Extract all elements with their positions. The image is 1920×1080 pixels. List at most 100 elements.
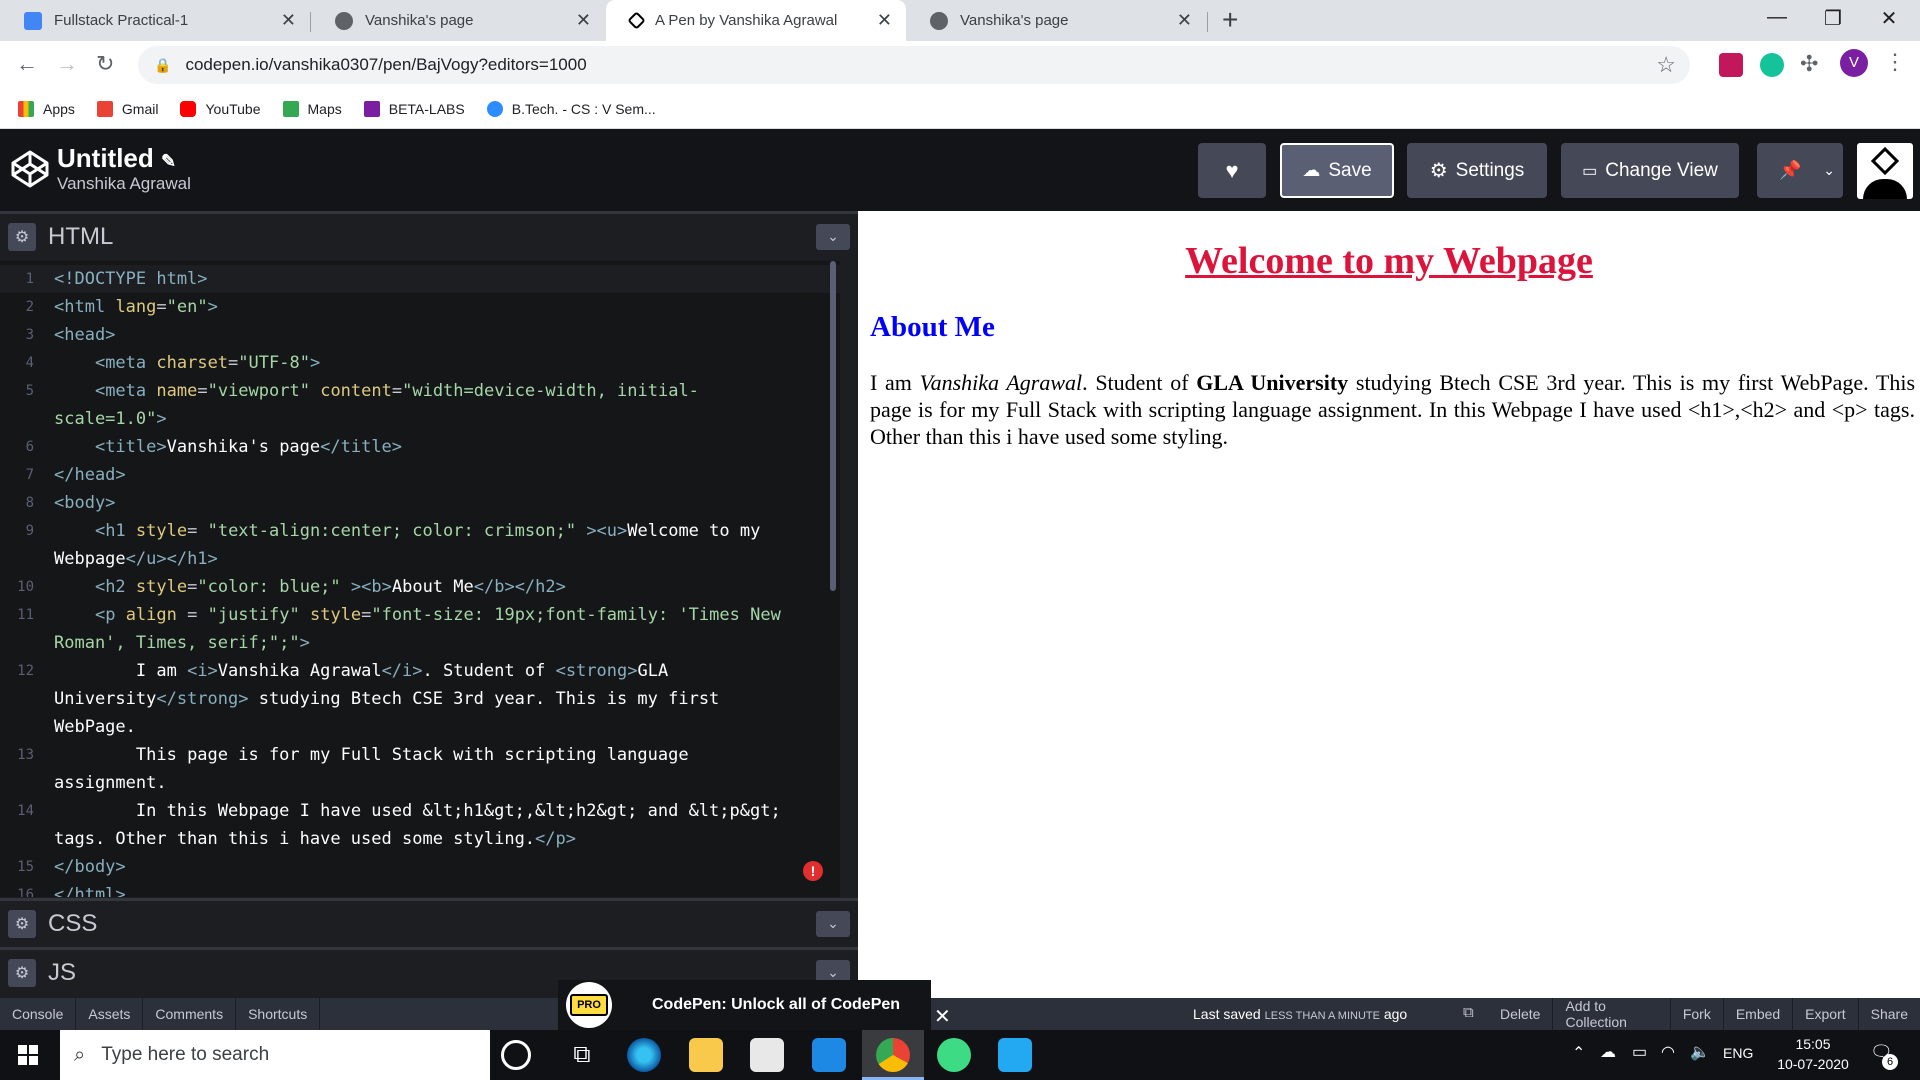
chevron-down-icon[interactable]: ⌄ xyxy=(1823,162,1835,179)
close-promo-icon[interactable]: ✕ xyxy=(934,1004,951,1029)
html-panel-header[interactable]: ⚙ HTML ⌄ xyxy=(0,211,858,259)
open-external-icon[interactable]: ⧉ xyxy=(1463,1004,1474,1021)
show-hidden-icons-icon[interactable]: ⌃ xyxy=(1572,1043,1585,1063)
code-line[interactable]: 11 <p align = "justify" style="font-size… xyxy=(0,601,840,629)
wifi-icon[interactable]: ◠ xyxy=(1661,1042,1675,1062)
mail-icon[interactable] xyxy=(812,1038,846,1072)
bookmark-maps[interactable]: Maps xyxy=(282,100,342,117)
gear-icon[interactable]: ⚙ xyxy=(8,958,36,987)
share-button[interactable]: Share xyxy=(1859,998,1920,1030)
grammarly-extension-icon[interactable] xyxy=(1760,53,1784,77)
restore-icon[interactable]: ❐ xyxy=(1810,6,1856,31)
task-view-icon[interactable]: ⧉ xyxy=(565,1038,599,1072)
code-line[interactable]: 1 <!DOCTYPE html> xyxy=(0,265,840,293)
pen-title[interactable]: Untitled ✎ xyxy=(57,143,176,174)
code-line[interactable]: 5 <meta name="viewport" content="width=d… xyxy=(0,377,840,405)
code-line[interactable]: Roman', Times, serif;";"> xyxy=(0,629,840,657)
gear-icon[interactable]: ⚙ xyxy=(8,222,36,251)
assets-button[interactable]: Assets xyxy=(76,998,144,1030)
close-icon[interactable]: ✕ xyxy=(576,10,591,31)
bookmark-youtube[interactable]: YouTube xyxy=(180,100,261,117)
reload-icon[interactable]: ↻ xyxy=(96,51,114,77)
forward-arrow-icon[interactable]: → xyxy=(56,51,78,77)
comments-button[interactable]: Comments xyxy=(143,998,237,1030)
close-icon[interactable]: ✕ xyxy=(281,10,296,31)
user-avatar[interactable] xyxy=(1857,143,1913,199)
windows-start-icon[interactable] xyxy=(18,1045,38,1065)
menu-kebab-icon[interactable]: ⋮ xyxy=(1884,49,1908,74)
code-line[interactable]: Webpage</u></h1> xyxy=(0,545,840,573)
close-icon[interactable]: ✕ xyxy=(1177,10,1192,31)
vscode-icon[interactable] xyxy=(998,1038,1032,1072)
pin-menu-button[interactable]: 📌 ⌄ xyxy=(1757,143,1843,198)
save-button[interactable]: ☁ Save xyxy=(1280,143,1394,198)
pro-promo-banner[interactable]: PRO CodePen: Unlock all of CodePen xyxy=(558,980,931,1030)
file-explorer-icon[interactable] xyxy=(689,1038,723,1072)
back-arrow-icon[interactable]: ← xyxy=(16,51,38,77)
store-icon[interactable] xyxy=(750,1038,784,1072)
browser-tab-fullstack[interactable]: Fullstack Practical-1 ✕ xyxy=(0,0,310,41)
taskbar-clock[interactable]: 15:05 10-07-2020 xyxy=(1768,1034,1858,1074)
code-line[interactable]: 15 </body> xyxy=(0,853,840,881)
add-to-collection-button[interactable]: Add to Collection xyxy=(1553,998,1671,1030)
pen-author[interactable]: Vanshika Agrawal xyxy=(57,174,191,194)
embed-button[interactable]: Embed xyxy=(1724,998,1794,1030)
code-line[interactable]: 2 <html lang="en"> xyxy=(0,293,840,321)
code-line[interactable]: 8 <body> xyxy=(0,489,840,517)
close-icon[interactable]: ✕ xyxy=(877,10,892,31)
console-button[interactable]: Console xyxy=(0,998,77,1030)
code-line[interactable]: WebPage. xyxy=(0,713,840,741)
error-alert-icon[interactable]: ! xyxy=(803,861,823,881)
volume-icon[interactable]: 🔈 xyxy=(1690,1042,1710,1062)
profile-avatar[interactable]: V xyxy=(1840,49,1868,77)
bookmark-star-icon[interactable]: ☆ xyxy=(1656,52,1676,78)
code-line[interactable]: 9 <h1 style= "text-align:center; color: … xyxy=(0,517,840,545)
cortana-icon[interactable] xyxy=(501,1040,531,1070)
editor-scrollbar[interactable] xyxy=(830,261,836,591)
battery-icon[interactable]: ▭ xyxy=(1632,1042,1647,1062)
extensions-puzzle-icon[interactable]: ✣ xyxy=(1800,51,1824,76)
code-line[interactable]: 13 This page is for my Full Stack with s… xyxy=(0,741,840,769)
code-line[interactable]: 16 </html> xyxy=(0,881,840,897)
taskbar-search-input[interactable]: ⌕ Type here to search xyxy=(60,1030,490,1080)
settings-button[interactable]: ⚙ Settings xyxy=(1407,143,1547,198)
browser-tab-vanshika-1[interactable]: Vanshika's page ✕ xyxy=(311,0,605,41)
css-panel-header[interactable]: ⚙ CSS ⌄ xyxy=(0,898,858,946)
browser-tab-codepen[interactable]: A Pen by Vanshika Agrawal ✕ xyxy=(606,0,906,41)
chevron-down-icon[interactable]: ⌄ xyxy=(816,910,850,937)
edge-icon[interactable] xyxy=(627,1038,661,1072)
code-line[interactable]: 10 <h2 style="color: blue;" ><b>About Me… xyxy=(0,573,840,601)
bookmark-beta-labs[interactable]: BETA-LABS xyxy=(363,100,465,117)
browser-tab-vanshika-2[interactable]: Vanshika's page ✕ xyxy=(906,0,1206,41)
delete-button[interactable]: Delete xyxy=(1488,998,1554,1030)
code-line[interactable]: 4 <meta charset="UTF-8"> xyxy=(0,349,840,377)
code-line[interactable]: 7 </head> xyxy=(0,461,840,489)
code-line[interactable]: scale=1.0"> xyxy=(0,405,840,433)
codepen-logo-icon[interactable] xyxy=(10,149,50,189)
address-bar[interactable]: 🔒 codepen.io/vanshika0307/pen/BajVogy?ed… xyxy=(138,46,1690,84)
language-indicator[interactable]: ENG xyxy=(1723,1045,1753,1061)
window-close-icon[interactable]: ✕ xyxy=(1866,6,1912,31)
minimize-icon[interactable]: — xyxy=(1754,6,1800,29)
chrome-taskbar-active[interactable] xyxy=(862,1030,924,1080)
export-button[interactable]: Export xyxy=(1793,998,1859,1030)
html-code-area[interactable]: 1 <!DOCTYPE html> 2 <html lang="en"> 3 <head>… xyxy=(0,261,840,897)
chevron-down-icon[interactable]: ⌄ xyxy=(816,223,850,250)
code-line[interactable]: 3 <head> xyxy=(0,321,840,349)
bookmark-btech[interactable]: B.Tech. - CS : V Sem... xyxy=(486,100,656,117)
fork-button[interactable]: Fork xyxy=(1671,998,1724,1030)
new-tab-plus-icon[interactable]: + xyxy=(1222,4,1238,36)
onedrive-icon[interactable]: ☁ xyxy=(1600,1042,1616,1062)
edit-pencil-icon[interactable]: ✎ xyxy=(161,151,176,171)
change-view-button[interactable]: ▭ Change View xyxy=(1561,143,1739,198)
code-line[interactable]: University</strong> studying Btech CSE 3… xyxy=(0,685,840,713)
bookmark-gmail[interactable]: Gmail xyxy=(96,100,158,117)
shortcuts-button[interactable]: Shortcuts xyxy=(236,998,321,1030)
bookmark-apps[interactable]: Apps xyxy=(18,100,75,117)
heart-button[interactable]: ♥ xyxy=(1198,143,1266,198)
code-line[interactable]: 6 <title>Vanshika's page</title> xyxy=(0,433,840,461)
code-line[interactable]: 12 I am <i>Vanshika Agrawal</i>. Student… xyxy=(0,657,840,685)
code-line[interactable]: tags. Other than this i have used some s… xyxy=(0,825,840,853)
pocket-extension-icon[interactable] xyxy=(1719,53,1743,77)
code-line[interactable]: 14 In this Webpage I have used &lt;h1&gt… xyxy=(0,797,840,825)
